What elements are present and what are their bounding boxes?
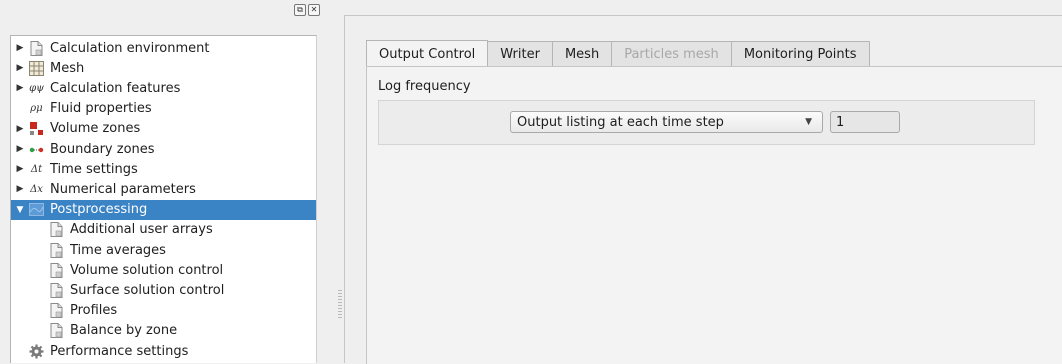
tree-item-surface-solution-control[interactable]: Surface solution control xyxy=(11,280,316,300)
tab-writer[interactable]: Writer xyxy=(488,41,553,68)
splitter-handle[interactable] xyxy=(338,290,342,320)
tree-item-label: Surface solution control xyxy=(70,282,225,298)
tree-item-label: Calculation features xyxy=(50,80,181,96)
navigation-tree: ▶ Calculation environment ▶ Mesh ▶ φψ Calculat… xyxy=(10,35,317,363)
document-icon xyxy=(29,40,44,56)
tree-item-volume-solution-control[interactable]: Volume solution control xyxy=(11,260,316,280)
delta-x-icon: Δx xyxy=(30,183,43,195)
tree-item-fluid-properties[interactable]: ρμ Fluid properties xyxy=(11,99,316,119)
tree-item-label: Performance settings xyxy=(50,343,189,359)
expand-arrow-icon[interactable]: ▶ xyxy=(11,63,29,73)
tree-item-label: Mesh xyxy=(50,60,85,76)
tree-item-label: Boundary zones xyxy=(50,141,155,157)
document-icon xyxy=(49,323,64,339)
tree-item-label: Postprocessing xyxy=(50,202,148,218)
float-icon[interactable]: ⧉ xyxy=(294,4,306,16)
tree-item-label: Balance by zone xyxy=(70,323,178,339)
boundary-zones-icon xyxy=(29,142,44,157)
chevron-down-icon: ▼ xyxy=(805,117,812,127)
tree-item-numerical-parameters[interactable]: ▶ Δx Numerical parameters xyxy=(11,179,316,199)
log-frequency-title: Log frequency xyxy=(378,79,471,94)
tree-item-calculation-features[interactable]: ▶ φψ Calculation features xyxy=(11,78,316,98)
tree-item-boundary-zones[interactable]: ▶ Boundary zones xyxy=(11,139,316,159)
tree-item-time-settings[interactable]: ▶ Δt Time settings xyxy=(11,159,316,179)
postprocessing-icon xyxy=(29,202,44,217)
gear-icon xyxy=(29,344,44,359)
document-icon xyxy=(49,222,64,238)
tree-item-calculation-environment[interactable]: ▶ Calculation environment xyxy=(11,38,316,58)
listing-frequency-value: Output listing at each time step xyxy=(517,114,724,130)
tab-bar: Output Control Writer Mesh Particles mes… xyxy=(366,40,870,68)
tree-item-performance-settings[interactable]: Performance settings xyxy=(11,341,316,361)
expand-arrow-icon[interactable]: ▶ xyxy=(11,144,29,154)
tree-item-time-averages[interactable]: Time averages xyxy=(11,240,316,260)
output-control-page: Log frequency Output listing at each tim… xyxy=(366,66,1062,364)
document-icon xyxy=(49,262,64,278)
phi-psi-icon: φψ xyxy=(29,82,44,94)
tree-item-label: Numerical parameters xyxy=(50,181,196,197)
tree-item-profiles[interactable]: Profiles xyxy=(11,301,316,321)
tree-item-label: Time averages xyxy=(70,242,166,258)
tree-item-volume-zones[interactable]: ▶ Volume zones xyxy=(11,119,316,139)
main-panel: Output Control Writer Mesh Particles mes… xyxy=(344,15,1062,364)
tree-item-label: Time settings xyxy=(50,161,138,177)
tree-item-label: Profiles xyxy=(70,303,118,319)
tree-item-label: Fluid properties xyxy=(50,101,152,117)
tree-item-label: Calculation environment xyxy=(50,40,210,56)
expand-arrow-icon[interactable]: ▶ xyxy=(11,184,29,194)
tab-monitoring-points[interactable]: Monitoring Points xyxy=(731,41,870,68)
document-icon xyxy=(49,303,64,319)
expand-arrow-icon[interactable]: ▶ xyxy=(11,124,29,134)
document-icon xyxy=(49,242,64,258)
tree-item-label: Volume solution control xyxy=(70,262,224,278)
tree-item-additional-user-arrays[interactable]: Additional user arrays xyxy=(11,220,316,240)
browser-dock: ⧉ ✕ ▶ Calculation environment ▶ Mesh ▶ φψ Calc… xyxy=(0,0,331,363)
expand-arrow-icon[interactable]: ▶ xyxy=(11,43,29,53)
rho-mu-icon: ρμ xyxy=(30,103,43,115)
delta-t-icon: Δt xyxy=(30,163,43,175)
expand-arrow-icon[interactable]: ▶ xyxy=(11,164,29,174)
tab-mesh[interactable]: Mesh xyxy=(552,41,613,68)
tab-particles-mesh: Particles mesh xyxy=(612,41,732,68)
expand-arrow-icon[interactable]: ▶ xyxy=(11,83,29,93)
tree-item-label: Additional user arrays xyxy=(70,222,213,238)
close-icon[interactable]: ✕ xyxy=(308,4,320,16)
tree-item-postprocessing[interactable]: ▼ Postprocessing xyxy=(11,199,316,220)
grid-icon xyxy=(29,60,44,76)
tab-output-control[interactable]: Output Control xyxy=(366,40,489,68)
listing-frequency-combo[interactable]: Output listing at each time step ▼ xyxy=(510,111,823,133)
volume-zones-icon xyxy=(29,121,44,136)
frequency-value-field: 1 xyxy=(830,111,900,133)
tree-item-label: Volume zones xyxy=(50,121,141,137)
collapse-arrow-icon[interactable]: ▼ xyxy=(11,205,29,215)
tree-item-balance-by-zone[interactable]: Balance by zone xyxy=(11,321,316,341)
tree-item-mesh[interactable]: ▶ Mesh xyxy=(11,58,316,78)
document-icon xyxy=(49,282,64,298)
log-frequency-group: Output listing at each time step ▼ 1 xyxy=(378,100,1035,145)
